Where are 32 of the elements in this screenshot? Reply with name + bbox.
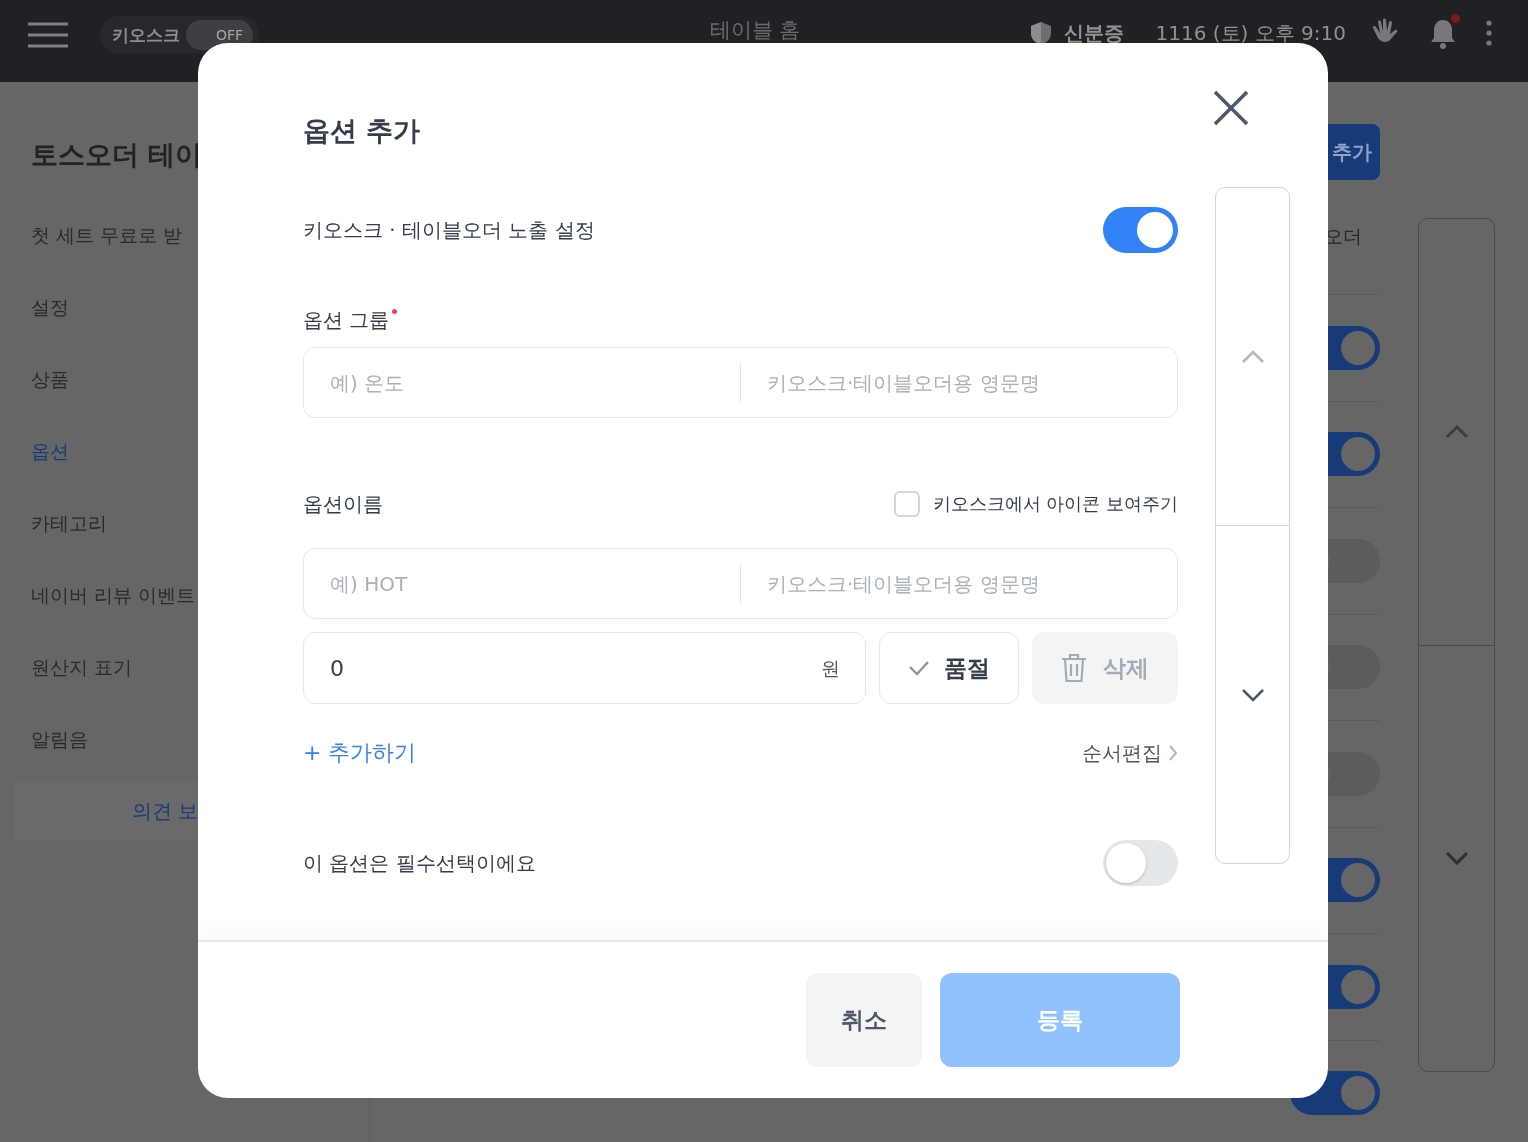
option-group-name-input[interactable]: 예) 온도 <box>304 370 740 395</box>
currency-unit: 원 <box>821 656 840 681</box>
shield-icon <box>1029 21 1052 45</box>
page-title: 테이블 홈 <box>709 17 801 44</box>
datetime-label: 1116 (토) 오후 9:10 <box>1155 19 1346 47</box>
close-icon[interactable] <box>1212 89 1250 127</box>
chevron-right-icon <box>1168 744 1178 762</box>
option-name-label: 옵션이름 <box>303 490 383 518</box>
kiosk-label: 키오스크 <box>112 23 180 47</box>
sold-out-button[interactable]: 품절 <box>879 632 1019 704</box>
english-name-input[interactable]: 키오스크·테이블오더용 영문명 <box>741 571 1177 596</box>
option-name-input[interactable]: 예) HOT <box>304 571 740 596</box>
visibility-label: 키오스크 · 테이블오더 노출 설정 <box>303 216 595 244</box>
column-header: 오더 <box>1324 224 1362 249</box>
more-icon[interactable] <box>1486 20 1492 46</box>
dialog-title: 옵션 추가 <box>303 114 422 148</box>
option-group-label: 옵션 그룹 <box>303 307 390 334</box>
down-icon[interactable] <box>1240 687 1265 702</box>
required-option-label: 이 옵션은 필수선택이에요 <box>303 849 536 877</box>
check-icon <box>908 660 930 676</box>
bell-icon[interactable] <box>1428 16 1458 50</box>
show-icon-label[interactable]: 키오스크에서 아이콘 보여주기 <box>932 492 1178 516</box>
trash-icon <box>1061 653 1087 683</box>
visibility-toggle[interactable] <box>1103 207 1178 253</box>
checkbox[interactable] <box>893 491 920 517</box>
required-toggle[interactable] <box>1103 840 1178 886</box>
english-name-input[interactable]: 키오스크·테이블오더용 영문명 <box>741 370 1177 395</box>
reorder-link[interactable]: 순서편집 <box>1082 739 1178 767</box>
menu-icon[interactable] <box>28 22 68 48</box>
store-title: 토스오더 테이 <box>30 138 204 172</box>
cancel-button[interactable]: 취소 <box>806 973 922 1067</box>
add-option-link[interactable]: + 추가하기 <box>303 738 417 768</box>
